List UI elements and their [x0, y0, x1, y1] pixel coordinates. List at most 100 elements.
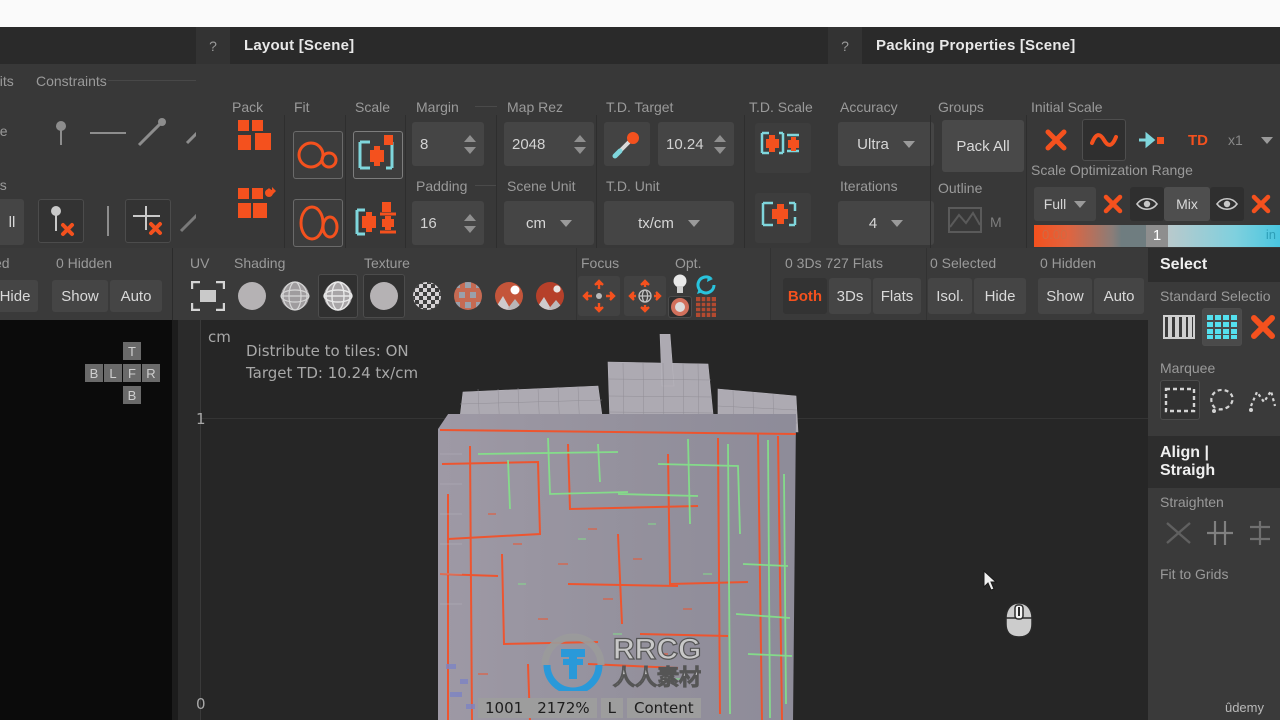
x-icon[interactable]	[1036, 120, 1076, 160]
td-scale-pair-icon[interactable]	[755, 123, 811, 173]
margin-up-arrow[interactable]	[464, 134, 476, 142]
secondary-viewport[interactable]: T B L F R B	[0, 320, 172, 720]
tex-photo-icon[interactable]	[491, 276, 527, 316]
line-free-icon[interactable]	[85, 111, 131, 155]
fit-ellipse-icon[interactable]	[293, 199, 343, 247]
straighten-vert-icon[interactable]	[1201, 514, 1238, 552]
tex-plain-icon[interactable]	[363, 274, 405, 318]
viewcube-right[interactable]: R	[142, 364, 160, 382]
auto-button[interactable]: Auto	[1094, 278, 1144, 314]
grid-icon[interactable]	[694, 296, 718, 318]
straighten-edge-icon[interactable]	[1243, 514, 1280, 552]
eyedropper-icon[interactable]	[604, 122, 650, 166]
padding-input[interactable]: 16	[412, 201, 484, 245]
td-target-input[interactable]: 10.24	[658, 122, 734, 166]
viewcube-top[interactable]: T	[123, 342, 141, 360]
td-scale-single-icon[interactable]	[755, 193, 811, 243]
3ds-button[interactable]: 3Ds	[829, 278, 871, 314]
straighten-cross-icon[interactable]	[1160, 514, 1197, 552]
lasso-icon[interactable]	[1204, 381, 1240, 419]
flats-button[interactable]: Flats	[873, 278, 921, 314]
slider-low-track[interactable]: 0.00	[1034, 225, 1146, 247]
x-icon[interactable]	[1244, 187, 1278, 221]
range-mode-dropdown[interactable]: Full	[1034, 187, 1096, 221]
tex-checker-icon[interactable]	[409, 276, 445, 316]
viewcube[interactable]: T B L F R B	[85, 342, 175, 414]
edges-icon[interactable]	[1160, 309, 1198, 345]
hide-button[interactable]: Hide	[974, 278, 1026, 314]
diag-free-icon[interactable]	[128, 111, 174, 155]
uv-frame-icon[interactable]	[186, 276, 230, 316]
uv-viewport[interactable]: cm 1 0 Distribute to tiles: ON Target TD…	[178, 320, 1280, 720]
fit-circle-icon[interactable]	[293, 131, 343, 179]
show-button[interactable]: Show	[1038, 278, 1092, 314]
pack-grid-icon[interactable]	[234, 114, 280, 158]
tex-grid-orange-icon[interactable]	[450, 276, 486, 316]
focus-sphere-icon[interactable]	[624, 276, 666, 316]
dot-icon[interactable]	[668, 296, 692, 318]
sphere-flat-icon[interactable]	[234, 276, 270, 316]
viewcube-back[interactable]: B	[85, 364, 103, 382]
eye-icon[interactable]	[1130, 187, 1164, 221]
td-unit-dropdown[interactable]: tx/cm	[604, 201, 734, 245]
wave-icon[interactable]	[1082, 119, 1126, 161]
all-constraint-button[interactable]: ll	[0, 199, 24, 245]
sphere-wire-shaded-icon[interactable]	[318, 274, 358, 318]
map-rez-up-arrow[interactable]	[574, 134, 586, 142]
chevron-down-icon[interactable]	[1260, 136, 1273, 144]
auto-button-left[interactable]: Auto	[110, 280, 162, 312]
td-target-spinner[interactable]	[714, 134, 726, 154]
isolate-button[interactable]: Isol.	[928, 278, 972, 314]
iterations-dropdown[interactable]: 4	[838, 201, 934, 245]
padding-down-arrow[interactable]	[464, 225, 476, 233]
mix-button[interactable]: Mix	[1164, 187, 1210, 221]
bulb-icon[interactable]	[668, 274, 692, 296]
scale-box-alt-icon[interactable]	[353, 199, 403, 247]
both-button[interactable]: Both	[783, 278, 827, 314]
counts-label: 0 3Ds 727 Flats	[785, 255, 884, 271]
x-icon[interactable]	[1096, 187, 1130, 221]
arrow-pin-icon[interactable]	[1132, 120, 1172, 160]
pack-all-button[interactable]: Pack All	[942, 120, 1024, 172]
td-target-up-arrow[interactable]	[714, 134, 726, 142]
map-rez-down-arrow[interactable]	[574, 146, 586, 154]
td-button[interactable]: TD	[1178, 120, 1218, 160]
viewcube-bottom[interactable]: B	[123, 386, 141, 404]
td-target-down-arrow[interactable]	[714, 146, 726, 154]
cross-remove-icon[interactable]	[125, 199, 171, 243]
map-rez-input[interactable]: 2048	[504, 122, 594, 166]
viewcube-left[interactable]: L	[104, 364, 122, 382]
pin-free-icon[interactable]	[38, 111, 84, 155]
grid-faces-icon[interactable]	[1201, 308, 1242, 346]
outline-icon[interactable]	[948, 207, 982, 236]
scale-range-slider[interactable]: 0.00 1 in	[1034, 225, 1280, 247]
ruler-divider	[200, 320, 201, 720]
tex-photo2-icon[interactable]	[532, 276, 568, 316]
outline-control[interactable]: M	[948, 207, 1002, 236]
show-button-left[interactable]: Show	[52, 280, 108, 312]
rect-marquee-icon[interactable]	[1160, 380, 1200, 420]
align-section-title: Align | Straigh	[1148, 436, 1280, 488]
focus-point-icon[interactable]	[578, 276, 620, 316]
pack-grid-move-icon[interactable]	[234, 182, 280, 226]
padding-spinner[interactable]	[464, 213, 476, 233]
scene-unit-dropdown[interactable]: cm	[504, 201, 594, 245]
layout-help-button[interactable]: ?	[196, 27, 230, 64]
sphere-wire-icon[interactable]	[277, 276, 313, 316]
margin-input[interactable]: 8	[412, 122, 484, 166]
margin-spinner[interactable]	[464, 134, 476, 154]
x-icon[interactable]	[1246, 309, 1280, 345]
accuracy-dropdown[interactable]: Ultra	[838, 122, 934, 166]
slider-high-track[interactable]: in	[1168, 225, 1280, 247]
scale-box-icon[interactable]	[353, 131, 403, 179]
viewcube-front[interactable]: F	[123, 364, 141, 382]
hide-button-left[interactable]: Hide	[0, 280, 38, 312]
poly-lasso-icon[interactable]	[1244, 381, 1280, 419]
map-rez-spinner[interactable]	[574, 134, 586, 154]
padding-up-arrow[interactable]	[464, 213, 476, 221]
refresh-icon[interactable]	[694, 274, 718, 296]
pin-remove-icon[interactable]	[38, 199, 84, 243]
margin-down-arrow[interactable]	[464, 146, 476, 154]
packing-help-button[interactable]: ?	[828, 27, 862, 64]
eye-icon[interactable]	[1210, 187, 1244, 221]
